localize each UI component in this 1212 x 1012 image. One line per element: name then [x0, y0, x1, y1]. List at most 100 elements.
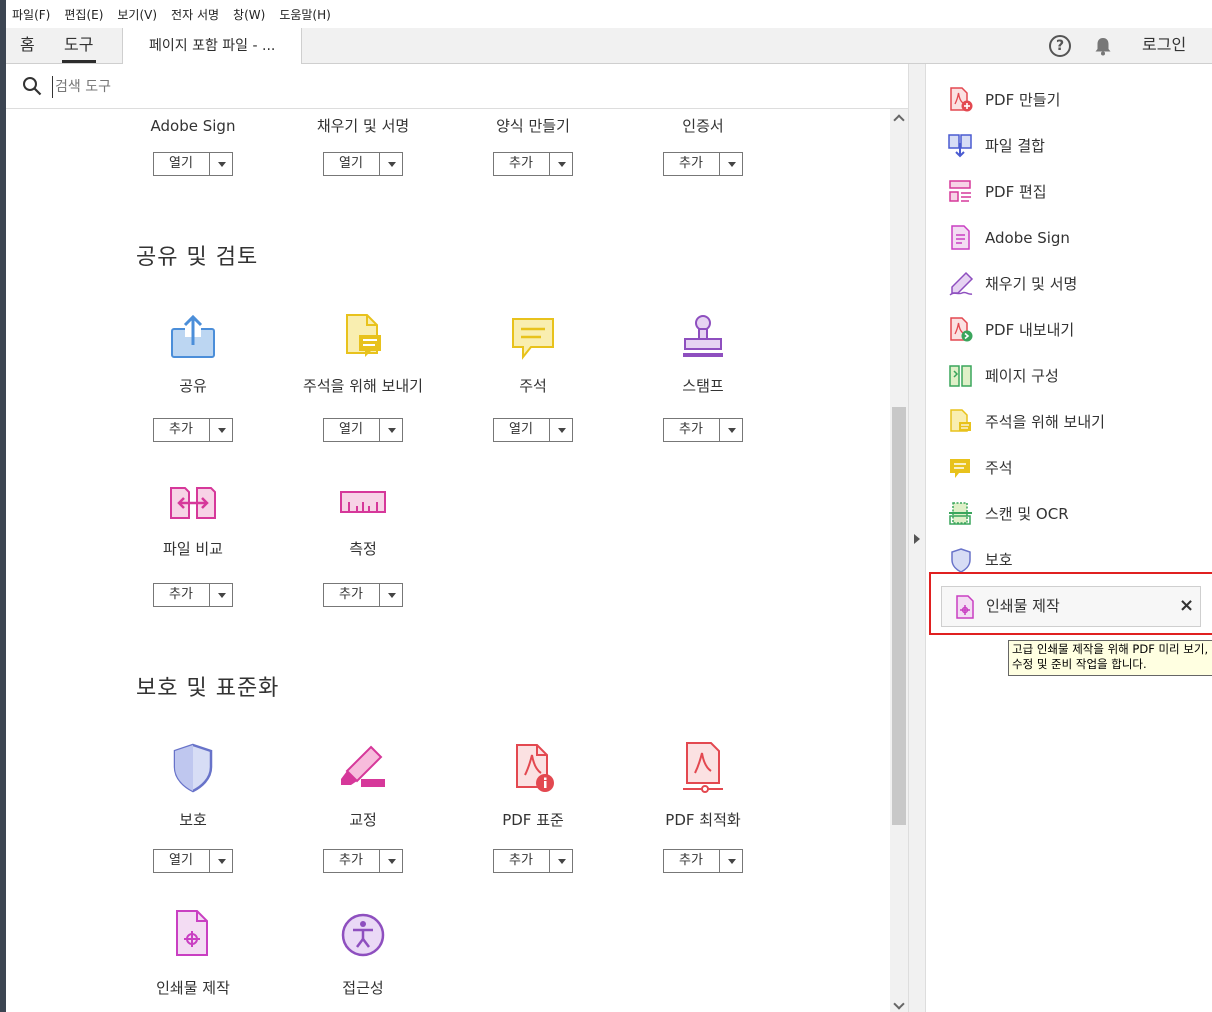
caret-down-icon[interactable] [728, 428, 736, 433]
menu-window[interactable]: 창(W) [233, 6, 265, 23]
section-title-protect-standardize: 보호 및 표준화 [136, 676, 280, 701]
measure-add-dropdown[interactable]: 추가 [323, 583, 403, 607]
caret-down-icon[interactable] [728, 162, 736, 167]
tab-home[interactable]: 홈 [20, 28, 35, 64]
caret-down-icon[interactable] [218, 593, 226, 598]
share-add-dropdown[interactable]: 추가 [153, 418, 233, 442]
vertical-scrollbar[interactable] [890, 109, 908, 1012]
tooltip-line: 수정 및 준비 작업을 합니다. [1012, 657, 1147, 671]
tool-redact[interactable]: 교정 [278, 739, 448, 831]
panel-item-organize-pages[interactable]: 페이지 구성 [948, 361, 1212, 391]
optimize-pdf-add-dropdown[interactable]: 추가 [663, 849, 743, 873]
ruler-icon [340, 491, 386, 513]
menu-bar: 파일(F) 편집(E) 보기(V) 전자 서명 창(W) 도움말(H) [0, 0, 1212, 28]
caret-down-icon[interactable] [388, 859, 396, 864]
pane-divider[interactable] [908, 64, 926, 1012]
combine-files-icon [948, 134, 972, 158]
protect-open-dropdown[interactable]: 열기 [153, 849, 233, 873]
login-button[interactable]: 로그인 [1142, 28, 1186, 62]
fill-sign-open-dropdown[interactable]: 열기 [323, 152, 403, 176]
prepare-form-add-dropdown[interactable]: 추가 [493, 152, 573, 176]
redact-add-dropdown[interactable]: 추가 [323, 849, 403, 873]
caret-down-icon[interactable] [558, 428, 566, 433]
bell-icon[interactable] [1092, 35, 1114, 57]
caret-down-icon[interactable] [218, 859, 226, 864]
compare-files-add-dropdown[interactable]: 추가 [153, 583, 233, 607]
menu-edit[interactable]: 편집(E) [64, 6, 103, 23]
tab-bar: 홈 도구 페이지 포함 파일 - ... ? 로그인 [6, 28, 1212, 64]
tool-share[interactable]: 공유 [108, 309, 278, 397]
stamp-add-dropdown[interactable]: 추가 [663, 418, 743, 442]
panel-item-scan-ocr[interactable]: 스캔 및 OCR [948, 499, 1212, 529]
scroll-up-icon[interactable] [893, 114, 905, 126]
help-icon[interactable]: ? [1049, 35, 1071, 57]
caret-down-icon[interactable] [388, 593, 396, 598]
tool-pdf-standards[interactable]: PDF 표준 [448, 739, 618, 831]
tool-optimize-pdf[interactable]: PDF 최적화 [618, 739, 788, 831]
search-icon [23, 77, 42, 96]
search-input[interactable] [52, 76, 352, 98]
tool-label: 인쇄물 제작 [156, 979, 230, 997]
menu-view[interactable]: 보기(V) [117, 6, 157, 23]
tab-tools[interactable]: 도구 [64, 28, 93, 64]
caret-down-icon[interactable] [218, 428, 226, 433]
panel-item-create-pdf[interactable]: PDF 만들기 [948, 85, 1212, 115]
send-for-comments-open-dropdown[interactable]: 열기 [323, 418, 403, 442]
tooltip: 고급 인쇄물 제작을 위해 PDF 미리 보기, 수정 및 준비 작업을 합니다… [1008, 640, 1212, 676]
tool-print-production[interactable]: 인쇄물 제작 [108, 907, 278, 999]
tool-label: 파일 비교 [163, 540, 223, 558]
panel-item-label: 주석을 위해 보내기 [985, 413, 1105, 431]
shield-icon [951, 548, 971, 573]
organize-pages-icon [949, 365, 972, 387]
panel-item-print-production[interactable]: 인쇄물 제작 × [941, 586, 1201, 627]
comment-icon [512, 318, 554, 360]
panel-item-protect[interactable]: 보호 [948, 545, 1212, 575]
caret-down-icon[interactable] [388, 428, 396, 433]
panel-item-label: PDF 만들기 [985, 91, 1061, 109]
scroll-down-icon[interactable] [893, 998, 905, 1010]
caret-down-icon[interactable] [728, 859, 736, 864]
panel-item-combine-files[interactable]: 파일 결합 [948, 131, 1212, 161]
tool-stamp[interactable]: 스탬프 [618, 309, 788, 397]
tool-protect[interactable]: 보호 [108, 739, 278, 831]
caret-down-icon[interactable] [558, 859, 566, 864]
caret-down-icon[interactable] [558, 162, 566, 167]
print-production-icon [176, 910, 208, 956]
collapse-arrow-icon[interactable] [914, 534, 920, 544]
panel-item-send-for-comments[interactable]: 주석을 위해 보내기 [948, 407, 1212, 437]
panel-item-label: 채우기 및 서명 [985, 275, 1078, 293]
tool-label: 측정 [349, 540, 377, 558]
adobe-sign-icon [951, 225, 970, 250]
comment-open-dropdown[interactable]: 열기 [493, 418, 573, 442]
panel-item-adobe-sign[interactable]: Adobe Sign [948, 223, 1212, 253]
panel-item-comment[interactable]: 주석 [948, 453, 1212, 483]
accessibility-icon [341, 913, 385, 957]
panel-item-edit-pdf[interactable]: PDF 편집 [948, 177, 1212, 207]
search-bar [6, 64, 908, 109]
tool-label: 교정 [349, 811, 377, 829]
scrollbar-thumb[interactable] [892, 407, 906, 825]
adobe-sign-open-dropdown[interactable]: 열기 [153, 152, 233, 176]
close-icon[interactable]: × [1179, 595, 1194, 617]
tool-send-for-comments[interactable]: 주석을 위해 보내기 [278, 309, 448, 397]
pdf-standards-add-dropdown[interactable]: 추가 [493, 849, 573, 873]
tool-accessibility[interactable]: 접근성 [278, 907, 448, 999]
dropdown-label: 추가 [679, 422, 703, 437]
tab-document[interactable]: 페이지 포함 파일 - ... [122, 28, 302, 64]
menu-e-sign[interactable]: 전자 서명 [171, 6, 219, 23]
dropdown-label: 열기 [339, 422, 363, 437]
menu-file[interactable]: 파일(F) [12, 6, 50, 23]
caret-down-icon[interactable] [218, 162, 226, 167]
panel-item-fill-sign[interactable]: 채우기 및 서명 [948, 269, 1212, 299]
pdf-standards-icon [516, 744, 554, 792]
tool-measure[interactable]: 측정 [278, 474, 448, 560]
panel-item-export-pdf[interactable]: PDF 내보내기 [948, 315, 1212, 345]
caret-down-icon[interactable] [388, 162, 396, 167]
panel-item-label: Adobe Sign [985, 229, 1070, 247]
fill-sign-pen-icon [949, 271, 974, 296]
tool-compare-files[interactable]: 파일 비교 [108, 474, 278, 560]
tool-label: 보호 [179, 811, 207, 829]
tool-comment[interactable]: 주석 [448, 309, 618, 397]
certificates-add-dropdown[interactable]: 추가 [663, 152, 743, 176]
menu-help[interactable]: 도움말(H) [279, 6, 331, 23]
